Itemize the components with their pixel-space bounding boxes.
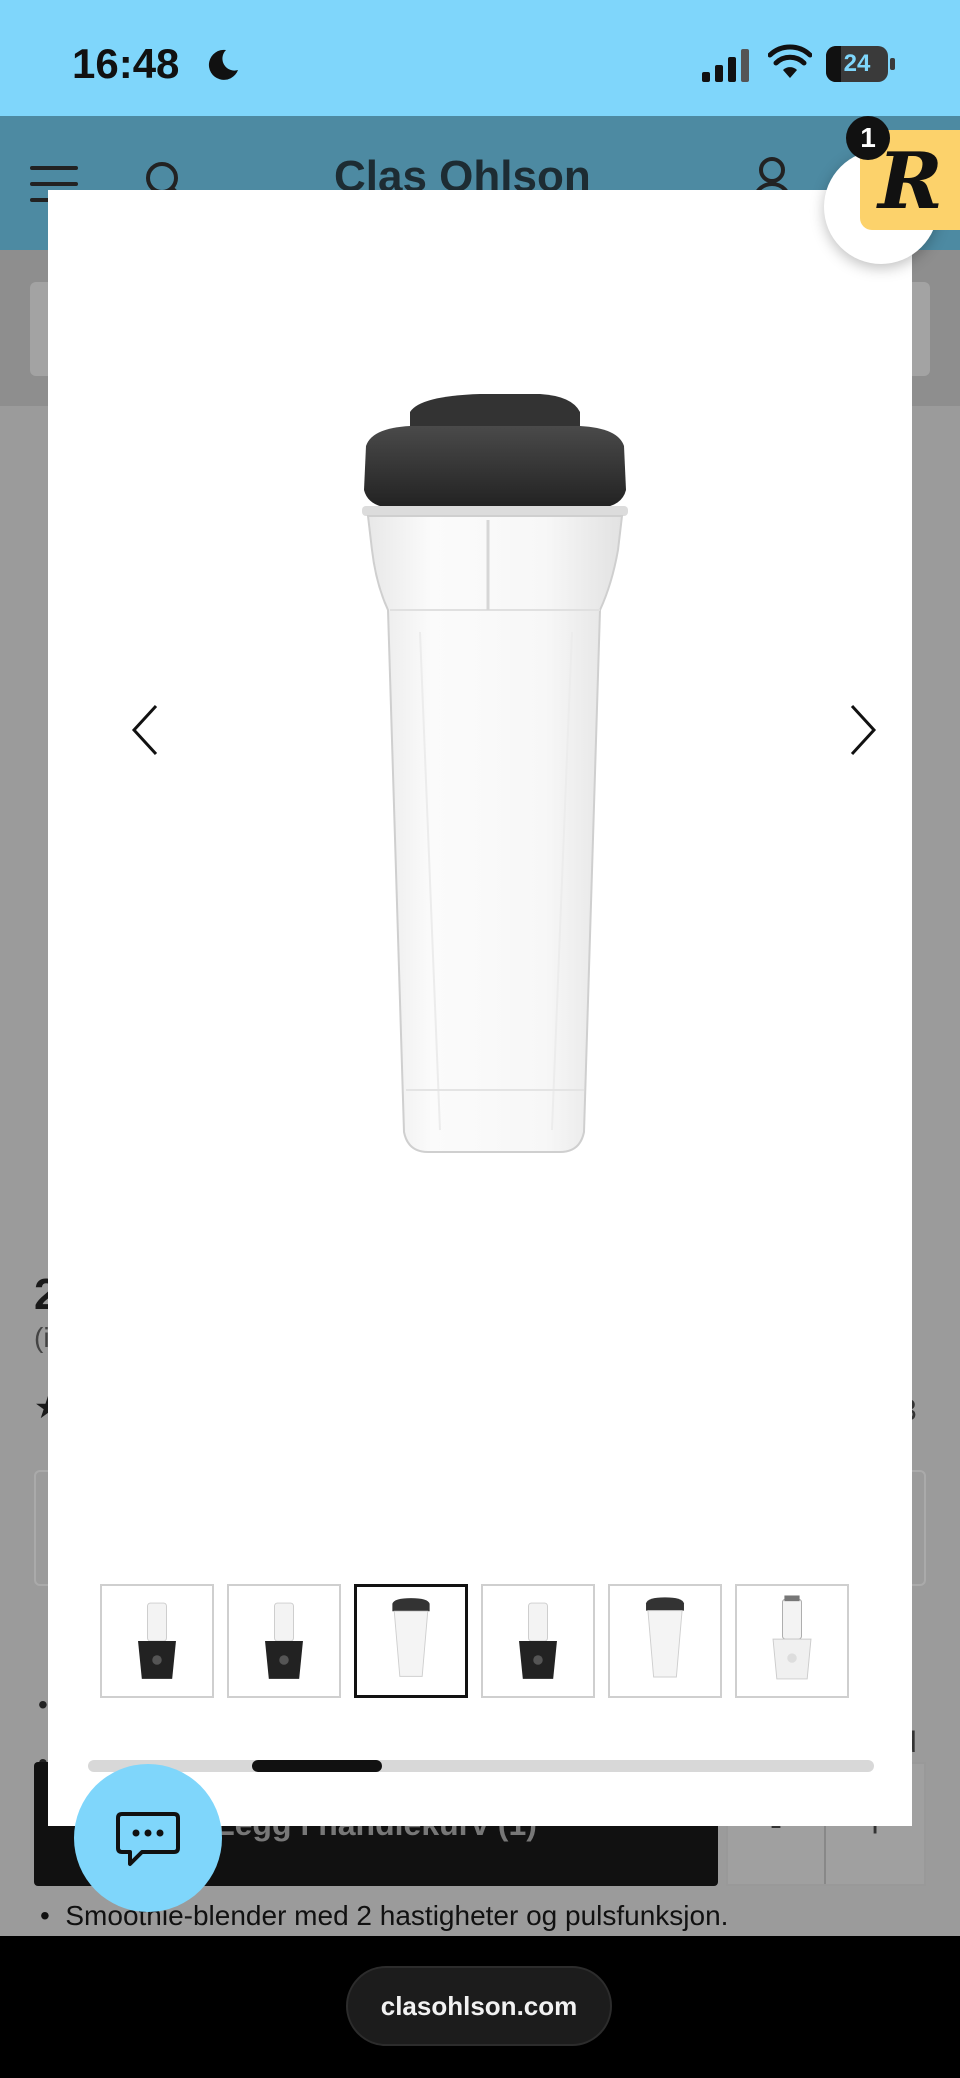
scrollbar-thumb[interactable]: [252, 1760, 382, 1772]
wifi-icon: [768, 44, 812, 78]
thumb-blender-black-front[interactable]: [100, 1584, 214, 1698]
product-image-blender-cup: [362, 394, 628, 1153]
thumb-cup-with-lid-alt[interactable]: [608, 1584, 722, 1698]
cellular-signal-icon: [702, 49, 749, 82]
thumb-blender-black-side[interactable]: [227, 1584, 341, 1698]
reward-count-badge: 1: [846, 116, 890, 160]
battery-percent: 24: [843, 50, 871, 77]
address-bar[interactable]: clasohlson.com: [346, 1966, 612, 2046]
thumb-cup-with-lid[interactable]: [354, 1584, 468, 1698]
battery-icon: 24: [826, 46, 896, 82]
chat-icon: [116, 1812, 180, 1866]
previous-image-button[interactable]: [108, 690, 178, 770]
thumb-blender-white[interactable]: [735, 1584, 849, 1698]
thumbnail-scrollbar[interactable]: [88, 1760, 874, 1772]
browser-toolbar: clasohlson.com: [0, 1936, 960, 2078]
thumbnail-strip: [100, 1584, 860, 1698]
status-time: 16:48: [72, 40, 180, 87]
reward-logo: R: [878, 136, 943, 227]
chat-button[interactable]: [74, 1764, 222, 1912]
next-image-button[interactable]: [830, 690, 900, 770]
bullet-item: •: [38, 1689, 48, 1720]
status-bar: 16:48 24: [0, 0, 960, 116]
thumb-blender-black-compact[interactable]: [481, 1584, 595, 1698]
image-gallery-modal: [48, 190, 912, 1826]
moon-icon: [208, 49, 238, 80]
